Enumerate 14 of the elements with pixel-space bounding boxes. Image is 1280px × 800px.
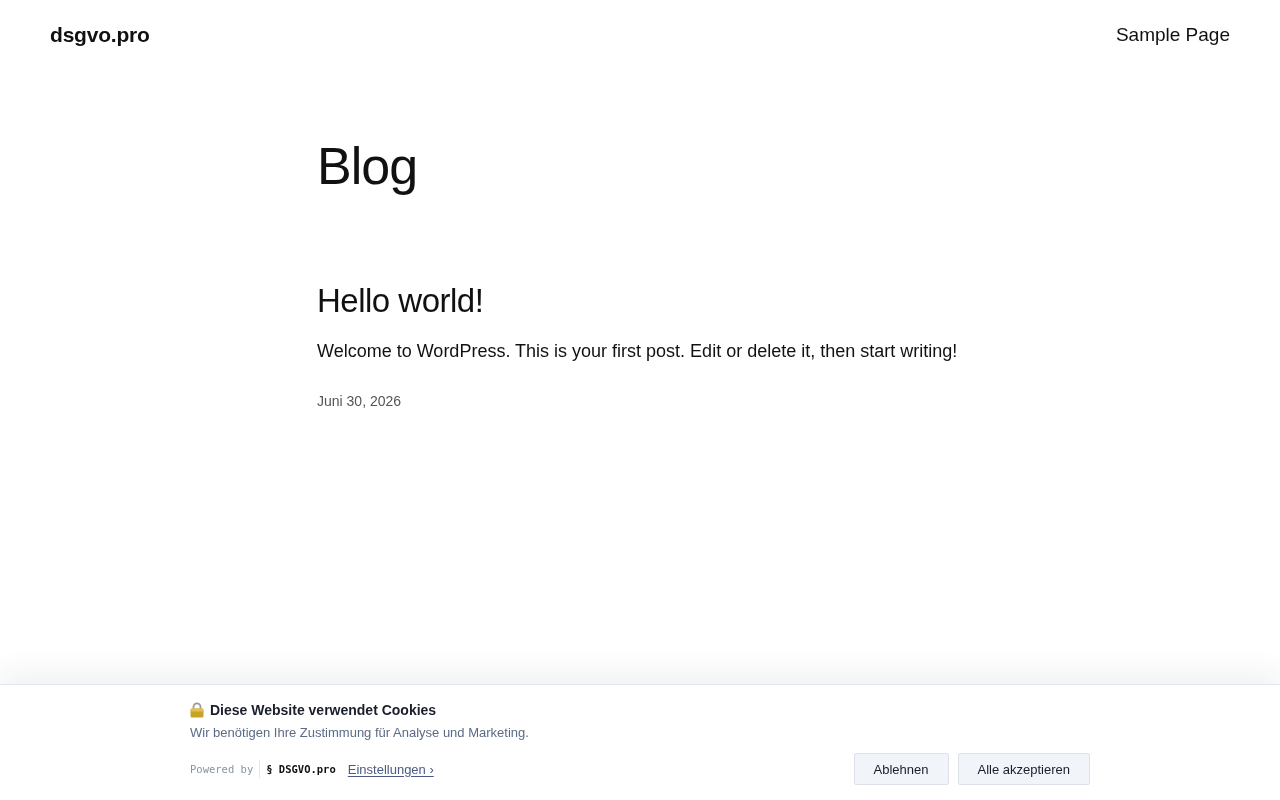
nav-link[interactable]: Sample Page bbox=[1115, 24, 1230, 46]
settings-link[interactable]: Einstellungen › bbox=[347, 761, 434, 777]
post-date: Juni 30, 2026 bbox=[317, 392, 402, 412]
page-title: Blog bbox=[317, 136, 418, 197]
site-title-link[interactable]: dsgvo.pro bbox=[50, 23, 150, 47]
post-title-link[interactable]: Hello world! bbox=[317, 281, 484, 321]
cookie-banner-title: Diese Website verwendet Cookies bbox=[210, 701, 437, 720]
powered-by-label: Powered by bbox=[190, 763, 254, 775]
brand-label: § DSGVO.pro bbox=[266, 763, 336, 775]
post-excerpt: Welcome to WordPress. This is your first post. Edit or delete it, then start writing! bbox=[317, 340, 958, 363]
padlock-icon bbox=[190, 702, 204, 718]
reject-button[interactable]: Ablehnen bbox=[853, 753, 949, 785]
accept-all-button[interactable]: Alle akzeptieren bbox=[957, 753, 1090, 785]
cookie-banner-description: Wir benötigen Ihre Zustimmung für Analyse und Marketing. bbox=[190, 724, 529, 742]
